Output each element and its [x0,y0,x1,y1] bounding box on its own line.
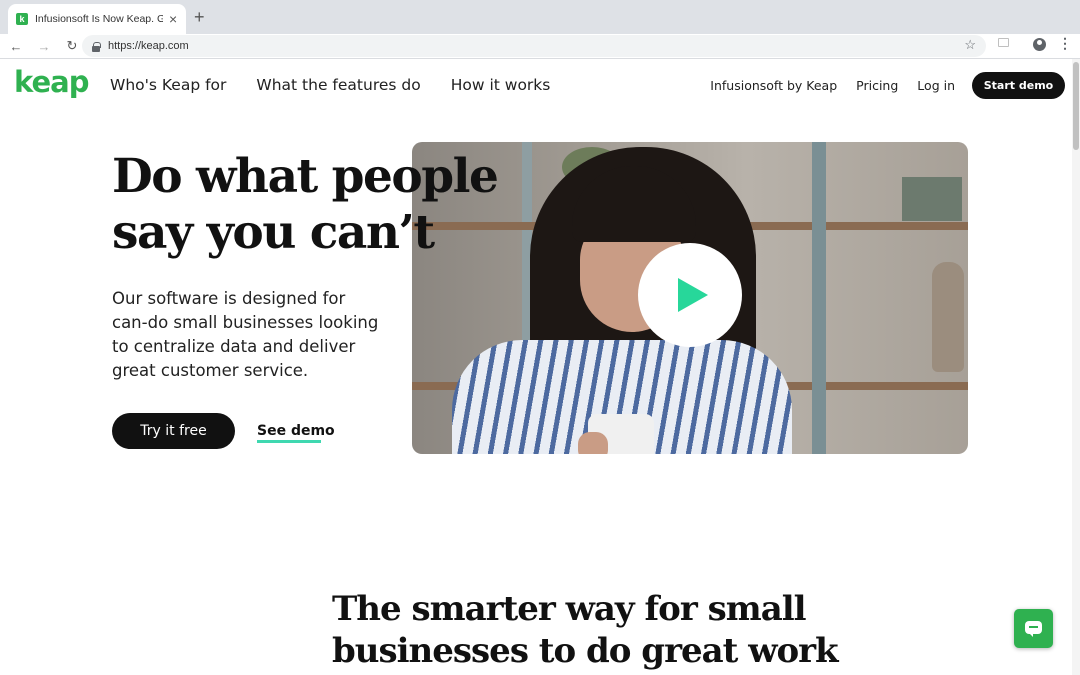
cast-icon[interactable] [998,38,1009,47]
lock-icon [92,41,101,52]
video-scene [932,262,964,372]
profile-icon[interactable] [1033,38,1046,51]
main-nav: Who's Keap for What the features do How … [110,76,580,94]
nav-link-how-it-works[interactable]: How it works [451,76,551,94]
hero-title-line: say you can’t [112,205,435,260]
url-text: https://keap.com [108,40,189,52]
close-icon[interactable]: × [169,12,177,26]
browser-tab[interactable]: k Infusionsoft Is Now Keap. Get × [8,4,186,34]
video-scene [578,432,608,454]
page-content: keap Who's Keap for What the features do… [0,59,1080,675]
nav-link-login[interactable]: Log in [917,78,955,93]
keap-logo[interactable]: keap [14,65,90,99]
scrollbar-thumb[interactable] [1073,62,1079,150]
reload-icon[interactable]: ↻ [60,38,84,54]
tab-title: Infusionsoft Is Now Keap. Get [35,13,163,25]
hero-subtitle-line: Our software is designed for [112,289,346,308]
chat-button[interactable] [1014,609,1053,648]
play-icon[interactable] [678,278,708,312]
nav-link-infusionsoft[interactable]: Infusionsoft by Keap [710,78,837,93]
tab-strip: k Infusionsoft Is Now Keap. Get × + [0,0,1080,34]
nav-link-whos-keap-for[interactable]: Who's Keap for [110,76,226,94]
browser-toolbar: ← → ↻ https://keap.com ☆ [0,34,1080,58]
hero-subtitle-line: can-do small businesses looking [112,313,379,332]
section-title-line: businesses to do great work [332,631,839,671]
address-bar[interactable]: https://keap.com ☆ [82,35,986,57]
forward-arrow-icon[interactable]: → [32,39,56,54]
try-it-free-button[interactable]: Try it free [112,413,235,449]
nav-link-pricing[interactable]: Pricing [856,78,898,93]
chat-bubble-icon [1025,621,1042,637]
start-demo-button[interactable]: Start demo [972,72,1065,99]
scrollbar[interactable] [1072,59,1080,675]
more-menu-icon[interactable]: ⋮ [1058,36,1072,50]
hero-title-line: Do what people [112,149,499,204]
back-arrow-icon[interactable]: ← [4,39,28,54]
nav-link-features[interactable]: What the features do [256,76,420,94]
secondary-nav: Infusionsoft by Keap Pricing Log in Star… [691,72,1065,99]
bookmark-star-icon[interactable]: ☆ [964,37,976,53]
see-demo-underline [257,440,321,443]
hero-subtitle-line: to centralize data and deliver [112,337,356,356]
video-scene [902,177,962,221]
section-title: The smarter way for small businesses to … [332,588,839,672]
hero-title: Do what people say you can’t [112,149,499,261]
video-scene [812,142,826,454]
keap-favicon-icon: k [16,13,28,25]
section-title-line: The smarter way for small [332,589,807,629]
see-demo-link[interactable]: See demo [257,423,335,439]
hero-subtitle-line: great customer service. [112,361,309,380]
new-tab-icon[interactable]: + [194,8,205,26]
hero-subtitle: Our software is designed for can-do smal… [112,287,402,383]
